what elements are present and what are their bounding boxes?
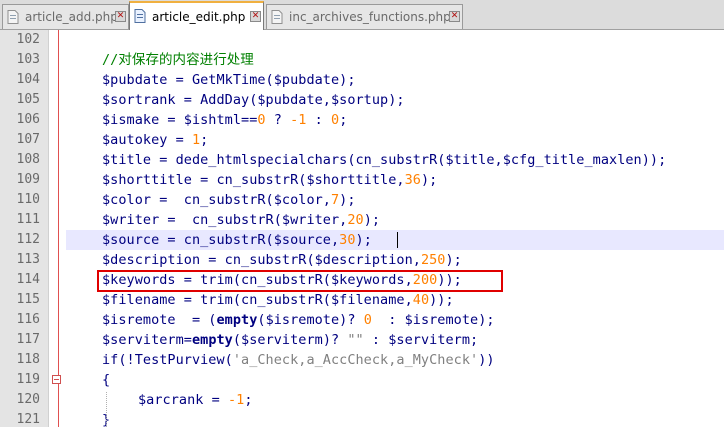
code-line[interactable]: 119 { — [0, 370, 724, 390]
line-number: 104 — [16, 72, 40, 87]
close-tab-icon[interactable]: ✕ — [449, 11, 460, 22]
highlight-annotation-box — [97, 270, 503, 292]
line-number: 120 — [16, 392, 40, 407]
close-tab-icon[interactable]: ✕ — [115, 11, 126, 22]
line-number: 119 — [16, 372, 40, 387]
php-file-icon — [7, 10, 19, 24]
code-text: $source = cn_substrR($source,30); — [102, 232, 372, 248]
tab-article-edit[interactable]: article_edit.php ✕ — [129, 1, 264, 30]
line-number: 111 — [16, 212, 40, 227]
code-line[interactable]: 106 $ismake = $ishtml==0 ? -1 : 0; — [0, 110, 724, 130]
line-number: 112 — [16, 232, 40, 247]
code-line[interactable]: 113 $description = cn_substrR($descripti… — [0, 250, 724, 270]
code-text: $title = dede_htmlspecialchars(cn_substr… — [102, 152, 667, 168]
code-editor[interactable]: 102 103 //对保存的内容进行处理 104 $pubdate = GetM… — [0, 30, 724, 430]
line-number: 110 — [16, 192, 40, 207]
code-text: $pubdate = GetMkTime($pubdate); — [102, 72, 356, 88]
code-line[interactable]: 107 $autokey = 1; — [0, 130, 724, 150]
code-line[interactable]: 120 $arcrank = -1; — [0, 390, 724, 410]
code-text: $serviterm=empty($serviterm)? "" : $serv… — [102, 332, 479, 348]
code-text: $isremote = (empty($isremote)? 0 : $isre… — [102, 312, 495, 328]
line-number: 109 — [16, 172, 40, 187]
tab-bar: article_add.php ✕ article_edit.php ✕ inc… — [0, 0, 724, 30]
code-line-current[interactable]: 112 $source = cn_substrR($source,30); — [0, 230, 724, 250]
line-number: 102 — [16, 32, 40, 47]
code-line[interactable]: 110 $color = cn_substrR($color,7); — [0, 190, 724, 210]
code-line[interactable]: 103 //对保存的内容进行处理 — [0, 50, 724, 70]
indent-guide — [106, 392, 107, 427]
code-text: $autokey = 1; — [102, 132, 209, 148]
code-text: $ismake = $ishtml==0 ? -1 : 0; — [102, 112, 348, 128]
code-text: $shorttitle = cn_substrR($shorttitle,36)… — [102, 172, 438, 188]
line-number: 117 — [16, 332, 40, 347]
code-line[interactable]: 121 } — [0, 410, 724, 430]
line-number: 121 — [16, 412, 40, 427]
line-number: 115 — [16, 292, 40, 307]
fold-toggle-icon[interactable] — [52, 375, 61, 384]
code-text: { — [102, 372, 111, 388]
line-number: 118 — [16, 352, 40, 367]
php-file-icon — [134, 9, 146, 23]
code-line[interactable]: 116 $isremote = (empty($isremote)? 0 : $… — [0, 310, 724, 330]
code-text: $description = cn_substrR($description,2… — [102, 252, 462, 268]
code-line[interactable]: 118 if(!TestPurview('a_Check,a_AccCheck,… — [0, 350, 724, 370]
line-number: 103 — [16, 52, 40, 67]
tab-label: article_edit.php — [152, 10, 246, 24]
php-file-icon — [271, 10, 283, 24]
tab-label: inc_archives_functions.php — [289, 10, 451, 24]
line-number: 107 — [16, 132, 40, 147]
tab-label: article_add.php — [25, 10, 118, 24]
code-text: $filename = trim(cn_substrR($filename,40… — [102, 292, 454, 308]
code-text: if(!TestPurview('a_Check,a_AccCheck,a_My… — [102, 352, 495, 368]
code-line[interactable]: 105 $sortrank = AddDay($pubdate,$sortup)… — [0, 90, 724, 110]
code-text: $writer = cn_substrR($writer,20); — [102, 212, 381, 228]
code-line[interactable]: 115 $filename = trim(cn_substrR($filenam… — [0, 290, 724, 310]
line-number: 114 — [16, 272, 40, 287]
code-line[interactable]: 117 $serviterm=empty($serviterm)? "" : $… — [0, 330, 724, 350]
code-line[interactable]: 108 $title = dede_htmlspecialchars(cn_su… — [0, 150, 724, 170]
close-tab-icon[interactable]: ✕ — [250, 11, 261, 22]
code-text: $sortrank = AddDay($pubdate,$sortup); — [102, 92, 405, 108]
code-line[interactable]: 104 $pubdate = GetMkTime($pubdate); — [0, 70, 724, 90]
code-line[interactable]: 109 $shorttitle = cn_substrR($shorttitle… — [0, 170, 724, 190]
text-cursor — [397, 232, 398, 248]
code-line[interactable]: 111 $writer = cn_substrR($writer,20); — [0, 210, 724, 230]
line-number: 113 — [16, 252, 40, 267]
tab-inc-archives-functions[interactable]: inc_archives_functions.php ✕ — [266, 4, 463, 29]
line-number: 108 — [16, 152, 40, 167]
code-line[interactable]: 102 — [0, 30, 724, 50]
tab-article-add[interactable]: article_add.php ✕ — [2, 4, 129, 29]
line-number: 105 — [16, 92, 40, 107]
code-text: $arcrank = -1; — [138, 392, 253, 408]
line-number: 116 — [16, 312, 40, 327]
line-number: 106 — [16, 112, 40, 127]
code-text: //对保存的内容进行处理 — [102, 52, 254, 68]
code-text: $color = cn_substrR($color,7); — [102, 192, 356, 208]
